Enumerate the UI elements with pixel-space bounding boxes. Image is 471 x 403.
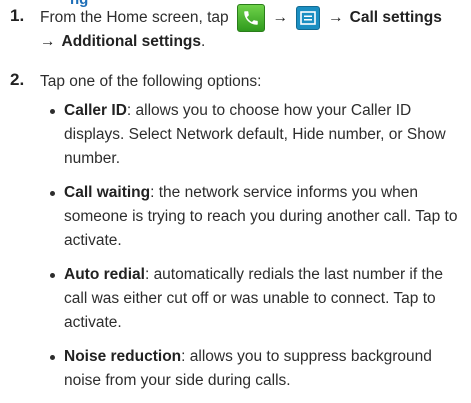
submenu-label: Additional settings [61,33,202,50]
list-item: Auto redial: automatically redials the l… [50,263,463,335]
step-number: 2. [10,70,25,89]
options-list: Caller ID: allows you to choose how your… [50,99,463,403]
option-title: Caller ID [64,102,127,119]
arrow-symbol: → [272,9,289,26]
list-item: Caller ID: allows you to choose how your… [50,99,463,171]
option-title: Auto redial [64,266,145,283]
step-body: From the Home screen, tap → → Call setti… [40,4,465,54]
step-text: From the Home screen, tap [40,9,229,26]
period: . [201,33,206,50]
option-title: Call waiting [64,184,151,201]
list-item: Noise reduction: allows you to suppress … [50,345,463,393]
menu-path: Call settings [349,9,442,26]
menu-icon [296,6,321,30]
step-text: Tap one of the following options: [40,73,262,90]
list-item: Call waiting: the network service inform… [50,181,463,253]
step-body: Tap one of the following options: [40,70,465,94]
option-title: Noise reduction [64,348,182,365]
phone-icon [236,4,265,32]
arrow-symbol: → [40,33,56,50]
arrow-symbol: → [328,9,344,26]
step-number: 1. [10,6,25,25]
